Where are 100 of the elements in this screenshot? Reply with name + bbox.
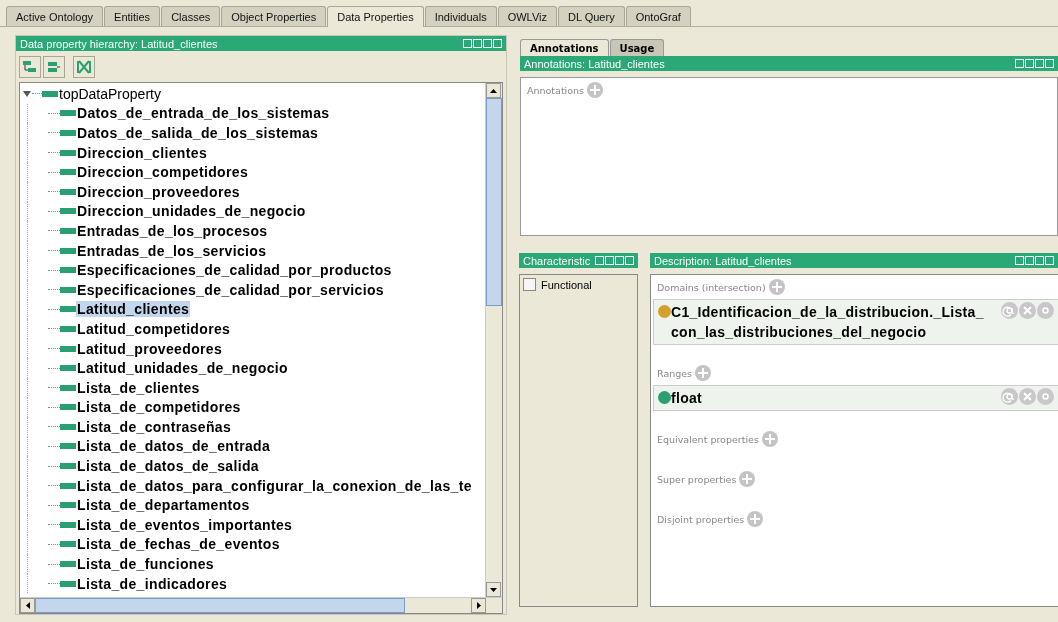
tree-item[interactable]: Lista_de_clientes [76,379,201,396]
tree-item[interactable]: Especificaciones_de_calidad_por_servicios [76,281,385,298]
scroll-up-arrow-icon[interactable] [490,88,497,93]
delete-icon[interactable] [1019,302,1036,319]
tab[interactable]: Object Properties [221,6,327,26]
add-icon[interactable] [695,365,712,381]
tree-item[interactable]: Latitud_proveedores [76,340,224,357]
property-icon [60,208,76,215]
add-icon[interactable] [747,511,764,527]
checkbox[interactable] [523,278,536,291]
annotate-icon[interactable] [1001,388,1018,405]
panel-title: Description: Latitud_clientes [654,254,792,267]
add-sibling-button[interactable] [43,56,65,78]
tree-item[interactable]: Lista_de_departamentos [76,497,251,514]
tree-item[interactable]: Lista_de_datos_de_entrada [76,438,272,455]
tree-item[interactable]: Direccion_competidores [76,164,250,181]
view-controls-icon[interactable] [1015,256,1054,265]
tree-item[interactable]: Direccion_proveedores [76,183,241,200]
tab[interactable]: Individuals [424,6,497,26]
checkbox-label: Functional [541,278,592,291]
frame-item[interactable]: float [653,385,1058,411]
tab[interactable]: OWLViz [497,6,557,26]
tab[interactable]: Active Ontology [6,6,104,26]
view-controls-icon[interactable] [1015,59,1054,68]
delete-icon [77,60,91,74]
property-icon [60,561,76,568]
tree-item[interactable]: Lista_de_indicadores [76,575,229,592]
tree-item[interactable]: Latitud_unidades_de_negocio [76,360,289,377]
tree-item[interactable]: Datos_de_entrada_de_los_sistemas [76,105,331,122]
section-label: Equivalent properties [657,433,759,445]
view-controls-icon[interactable] [595,256,634,265]
tree-item[interactable]: Lista_de_datos_para_configurar_la_conexion_de_las_te [76,477,473,494]
scroll-down-arrow-icon[interactable] [490,587,497,592]
edit-icon[interactable] [1037,302,1054,319]
tree-item[interactable]: Lista_de_contraseñas [76,418,233,435]
add-icon[interactable] [587,82,604,98]
panel-title: Annotations: Latitud_clientes [524,57,665,70]
property-icon [60,149,76,156]
property-icon [60,325,76,332]
panel-title: Data property hierarchy: Latitud_clientes [20,37,218,50]
section-label: Super properties [657,473,737,485]
add-subproperty-button[interactable] [19,56,41,78]
delete-icon[interactable] [1019,388,1036,405]
section-label: Ranges [657,367,693,379]
edit-icon[interactable] [1037,388,1054,405]
property-icon [60,443,76,450]
tree-item[interactable]: Lista_de_datos_de_salida [76,458,260,475]
property-icon [60,345,76,352]
tab[interactable]: Annotations [520,39,609,56]
property-icon [60,110,76,117]
tab[interactable]: Usage [609,39,665,56]
tree-item[interactable]: Especificaciones_de_calidad_por_productos [76,262,393,279]
entity-name: C1_Identificacion_de_la_distribucion._Lista_ con_las_distribuciones_del_negocio [671,303,985,342]
tab[interactable]: DL Query [558,6,625,26]
property-icon [60,580,76,587]
property-icon [60,502,76,509]
property-icon [60,188,76,195]
add-icon[interactable] [739,471,756,487]
tree-item[interactable]: Entradas_de_los_servicios [76,242,268,259]
annotate-icon[interactable] [1001,302,1018,319]
entity-name: float [671,389,704,408]
tab[interactable]: Classes [161,6,221,26]
section-label: Disjoint properties [657,513,745,525]
tree-item[interactable]: Lista_de_competidores [76,399,242,416]
tree-item[interactable]: Direccion_clientes [76,144,209,161]
delete-button[interactable] [73,56,95,78]
tree-item[interactable]: Datos_de_salida_de_los_sistemas [76,125,320,141]
tree-item[interactable]: Direccion_unidades_de_negocio [76,203,307,220]
tree-add-icon [23,61,37,73]
property-icon [60,463,76,470]
tab[interactable]: Entities [104,6,161,26]
property-icon [60,286,76,293]
tree-item[interactable]: Entradas_de_los_procesos [76,222,269,239]
property-icon [60,365,76,372]
horizontal-scrollbar[interactable] [20,597,502,613]
property-icon [60,267,76,274]
property-icon [60,541,76,548]
tree-item[interactable]: Lista_de_eventos_importantes [76,516,294,533]
tab[interactable]: Data Properties [327,6,424,27]
add-icon[interactable] [768,279,785,295]
scroll-left-arrow-icon[interactable] [25,602,30,609]
frame-item[interactable]: C1_Identificacion_de_la_distribucion._Lista_ con_las_distribuciones_del_negocio [653,299,1058,345]
section-label: Domains (intersection) [657,281,766,293]
tree-item[interactable]: Latitud_competidores [76,320,232,337]
tree-item[interactable]: topDataProperty [20,84,485,104]
view-controls-icon[interactable] [463,39,502,48]
property-icon [60,169,76,176]
property-icon [60,423,76,430]
expand-toggle-icon[interactable] [23,89,32,98]
property-icon [60,404,76,411]
tab[interactable]: OntoGraf [625,6,691,26]
vertical-scrollbar[interactable] [485,83,502,597]
scroll-right-arrow-icon[interactable] [476,602,481,609]
property-icon [60,521,76,528]
tree-item[interactable]: Lista_de_funciones [76,556,215,573]
section-label: Annotations [527,84,585,96]
add-icon[interactable] [761,431,778,447]
sibling-add-icon [47,61,61,73]
tree-item[interactable]: Latitud_clientes [76,301,191,318]
tree-item[interactable]: Lista_de_fechas_de_eventos [76,536,281,553]
